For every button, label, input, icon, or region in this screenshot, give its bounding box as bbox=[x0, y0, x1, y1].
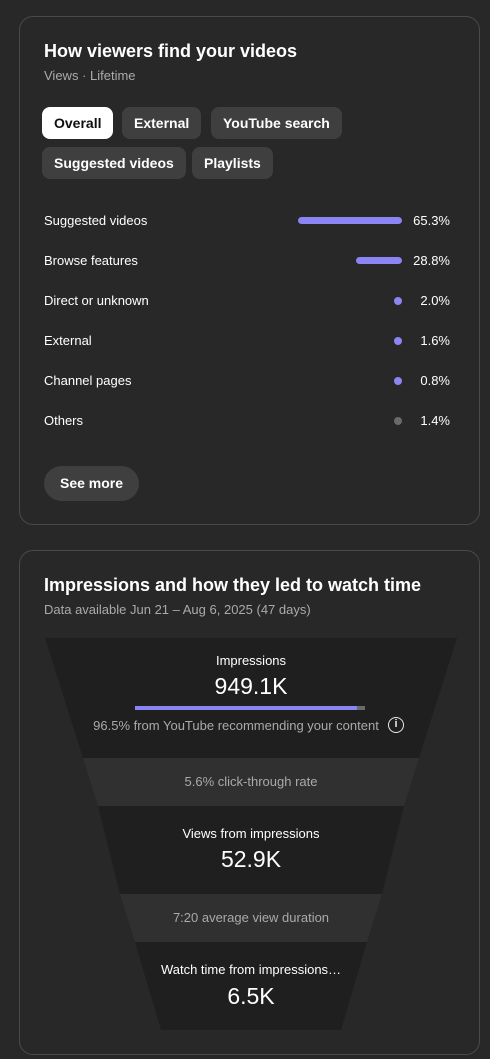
tab-playlists[interactable]: Playlists bbox=[192, 147, 273, 179]
traffic-source-label: Others bbox=[44, 413, 84, 428]
impressions-funnel: Impressions 949.1K 96.5% from YouTube re… bbox=[45, 638, 457, 1030]
traffic-sources-card: How viewers find your videos Views · Lif… bbox=[19, 16, 480, 525]
traffic-source-dot bbox=[394, 297, 402, 305]
traffic-source-percent: 2.0% bbox=[420, 293, 450, 308]
traffic-source-row: Direct or unknown 2.0% bbox=[44, 291, 450, 311]
traffic-card-title: How viewers find your videos bbox=[44, 41, 298, 61]
tab-external[interactable]: External bbox=[122, 107, 202, 139]
traffic-source-dot bbox=[394, 417, 402, 425]
traffic-source-bar bbox=[356, 257, 402, 264]
traffic-source-row: Others 1.4% bbox=[44, 411, 450, 431]
traffic-source-label: Browse features bbox=[44, 253, 138, 268]
traffic-source-bar bbox=[298, 217, 402, 224]
traffic-source-row: Suggested videos 65.3% bbox=[44, 211, 450, 231]
tab-overall[interactable]: Overall bbox=[42, 107, 114, 139]
traffic-source-percent: 1.4% bbox=[420, 413, 450, 428]
traffic-card-subtitle: Views · Lifetime bbox=[44, 68, 136, 83]
recommend-bar-fill bbox=[135, 706, 357, 710]
views-label: Views from impressions bbox=[182, 826, 320, 841]
impressions-card-title: Impressions and how they led to watch ti… bbox=[44, 575, 422, 595]
watch-time-label: Watch time from impressions… bbox=[160, 962, 342, 977]
traffic-source-dot bbox=[394, 377, 402, 385]
traffic-source-label: External bbox=[44, 333, 92, 348]
traffic-source-percent: 28.8% bbox=[413, 253, 450, 268]
traffic-source-percent: 0.8% bbox=[420, 373, 450, 388]
traffic-source-percent: 1.6% bbox=[420, 333, 450, 348]
impressions-card: Impressions and how they led to watch ti… bbox=[19, 550, 480, 1055]
traffic-source-percent: 65.3% bbox=[413, 213, 450, 228]
tab-suggested-videos[interactable]: Suggested videos bbox=[42, 147, 186, 179]
traffic-source-label: Channel pages bbox=[44, 373, 132, 388]
watch-time-value: 6.5K bbox=[227, 983, 275, 1009]
impressions-card-subtitle: Data available Jun 21 – Aug 6, 2025 (47 … bbox=[44, 602, 311, 617]
tab-youtube-search[interactable]: YouTube search bbox=[211, 107, 342, 139]
ctr-note: 5.6% click-through rate bbox=[184, 774, 318, 789]
traffic-source-label: Direct or unknown bbox=[44, 293, 149, 308]
traffic-source-label: Suggested videos bbox=[44, 213, 148, 228]
see-more-button[interactable]: See more bbox=[44, 466, 140, 501]
recommend-note: 96.5% from YouTube recommending your con… bbox=[93, 718, 379, 733]
views-value: 52.9K bbox=[220, 846, 282, 872]
duration-note: 7:20 average view duration bbox=[172, 910, 330, 925]
info-icon[interactable]: i bbox=[388, 717, 404, 733]
impressions-value: 949.1K bbox=[214, 673, 288, 699]
traffic-source-row: Channel pages 0.8% bbox=[44, 371, 450, 391]
impressions-label: Impressions bbox=[215, 653, 287, 668]
traffic-source-row: External 1.6% bbox=[44, 331, 450, 351]
traffic-source-dot bbox=[394, 337, 402, 345]
traffic-source-row: Browse features 28.8% bbox=[44, 251, 450, 271]
